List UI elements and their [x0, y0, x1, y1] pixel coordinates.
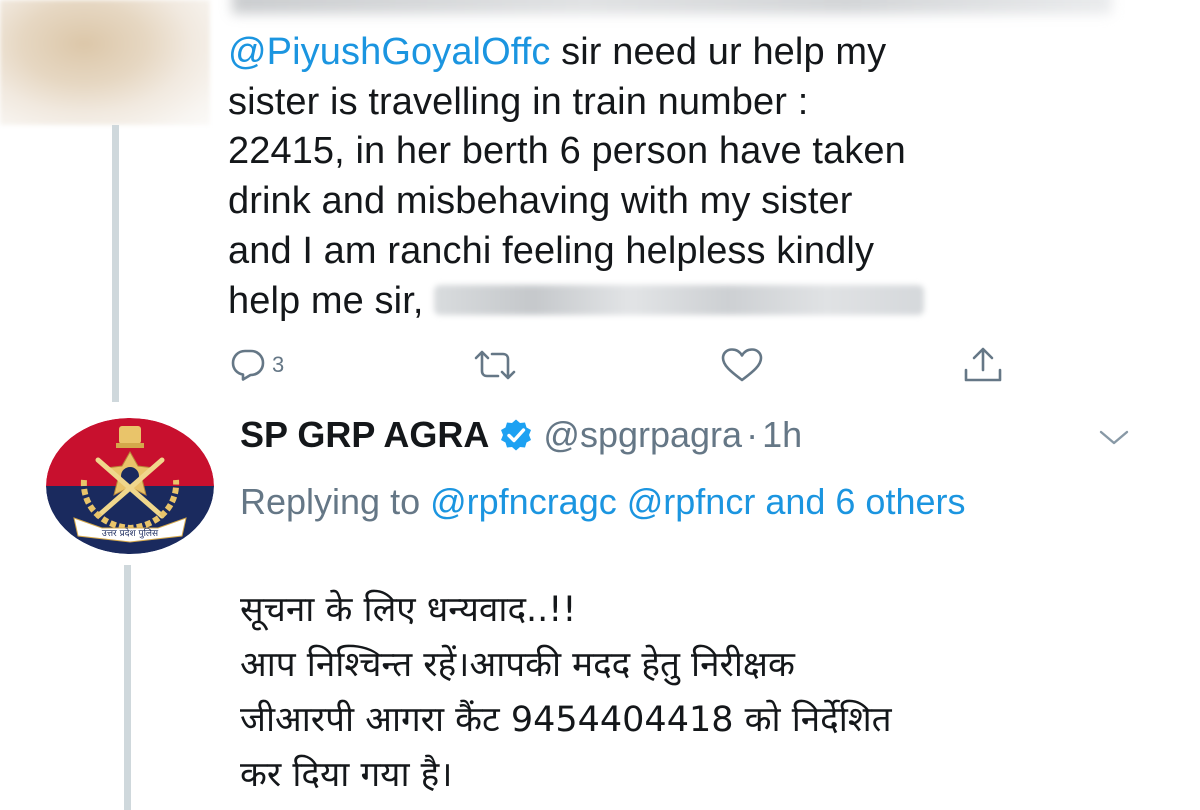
thread-connector-line	[112, 125, 119, 402]
heart-icon	[720, 347, 764, 383]
reply-count: 3	[272, 352, 285, 377]
verified-badge-icon	[499, 418, 533, 452]
retweet-button[interactable]	[472, 345, 518, 385]
share-button[interactable]	[962, 345, 1004, 385]
replying-to: Replying to @rpfncragc @rpfncr and 6 oth…	[240, 481, 966, 522]
redacted-pnr	[434, 284, 925, 315]
reply-button[interactable]: 3	[230, 345, 284, 385]
handle[interactable]: @spgrpagra	[543, 414, 742, 456]
tweet-text-line-4: drink and misbehaving with my sister	[228, 180, 853, 223]
tweet-text-line-1: @PiyushGoyalOffc sir need ur help my	[228, 31, 887, 73]
tweet-text: @PiyushGoyalOffc sir need ur help my sis…	[228, 28, 1188, 326]
like-button[interactable]	[720, 345, 764, 385]
reply-tweet-text: सूचना के लिए धन्यवाद..!! आप निश्चिन्त रह…	[240, 583, 1180, 803]
tweet-header: SP GRP AGRA @spgrpagra · 1h	[240, 410, 802, 460]
reply-text-line-1: सूचना के लिए धन्यवाद..!!	[240, 590, 577, 630]
reply-text-line-4: कर दिया गया है।	[240, 755, 453, 795]
separator-dot: ·	[746, 414, 759, 455]
reply-text-line-3: जीआरपी आगरा कैंट 9454404418 को निर्देशित	[240, 700, 892, 740]
tweet-text-line-2: sister is travelling in train number :	[228, 80, 809, 123]
chevron-down-icon[interactable]	[1098, 428, 1130, 453]
blurred-parent-avatar	[0, 0, 210, 125]
retweet-icon	[472, 348, 518, 382]
tweet-text-line-5: and I am ranchi feeling helpless kindly	[228, 229, 875, 272]
timestamp[interactable]: 1h	[762, 414, 802, 456]
reply-mention-1[interactable]: @rpfncragc	[430, 481, 617, 522]
up-police-emblem-icon: उत्तर प्रदेश पुलिस	[46, 418, 214, 554]
tweet-text-line-6: help me sir,	[228, 277, 1188, 327]
avatar[interactable]: उत्तर प्रदेश पुलिस	[46, 418, 214, 554]
thread-connector-line-bottom	[124, 565, 131, 810]
emblem-ribbon-text: उत्तर प्रदेश पुलिस	[102, 527, 159, 539]
blurred-parent-header	[232, 0, 1112, 14]
tweet-actions: 3	[228, 345, 1028, 385]
display-name[interactable]: SP GRP AGRA	[240, 414, 489, 456]
reply-icon	[230, 348, 266, 382]
reply-others-link[interactable]: and 6 others	[765, 481, 965, 522]
reply-mention-2[interactable]: @rpfncr	[627, 481, 756, 522]
tweet-text-line-3: 22415, in her berth 6 person have taken	[228, 130, 906, 173]
mention-link[interactable]: @PiyushGoyalOffc	[228, 31, 551, 73]
reply-text-line-2: आप निश्चिन्त रहें।आपकी मदद हेतु निरीक्षक	[240, 645, 795, 685]
share-icon	[962, 346, 1004, 384]
